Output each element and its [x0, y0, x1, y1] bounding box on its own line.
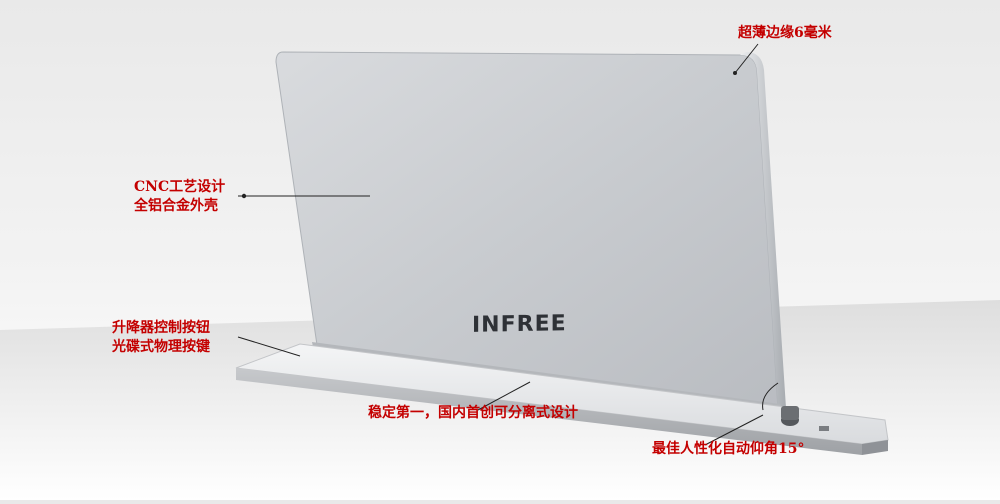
brand-logo: INFREE	[472, 311, 567, 338]
caption-button-line1: 升降器控制按钮	[112, 320, 210, 336]
caption-shell: CNC工艺设计 全铝合金外壳	[134, 178, 225, 216]
caption-shell-line1: CNC工艺设计	[134, 179, 226, 195]
caption-button-line2: 光碟式物理按键	[112, 339, 210, 355]
leader-dot-shell	[241, 193, 247, 199]
leader-dot-bezel	[733, 71, 737, 75]
caption-tilt: 最佳人性化自动仰角15°	[652, 440, 804, 459]
caption-stability-text: 稳定第一，国内首创可分离式设计	[368, 405, 578, 421]
monitor-illustration	[0, 43, 1000, 500]
caption-stability: 稳定第一，国内首创可分离式设计	[368, 404, 578, 423]
control-button-body	[781, 406, 799, 420]
caption-shell-line2: 全铝合金外壳	[134, 198, 218, 214]
usb-port-icon	[819, 426, 829, 431]
caption-bezel-text: 超薄边缘6毫米	[738, 25, 832, 41]
product-photo: INFREE 超薄边缘6毫米 CNC工艺设计 全铝合金外壳 升降器控制按钮 光碟…	[0, 0, 1000, 500]
caption-tilt-text: 最佳人性化自动仰角15°	[652, 441, 805, 457]
caption-bezel: 超薄边缘6毫米	[738, 24, 832, 43]
caption-button: 升降器控制按钮 光碟式物理按键	[112, 319, 210, 357]
